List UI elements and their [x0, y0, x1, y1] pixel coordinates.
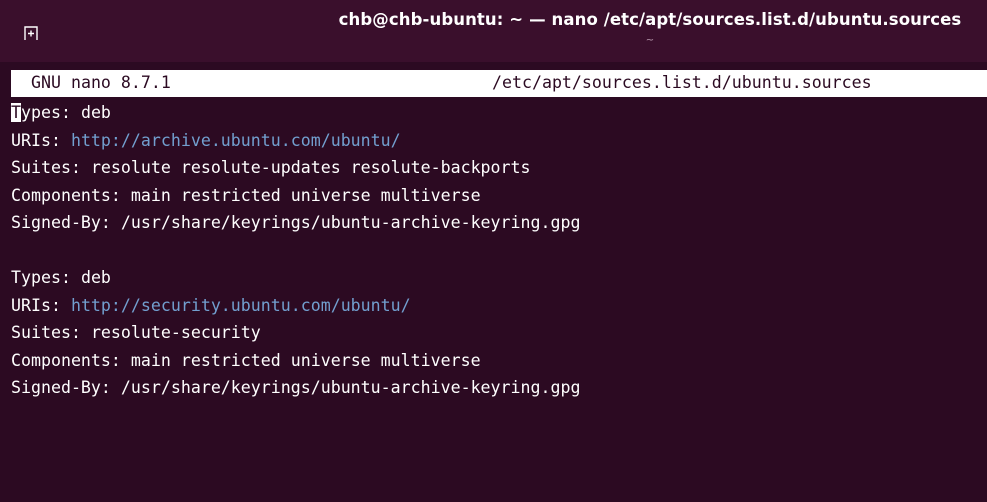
window-subtitle: ~ [645, 35, 655, 46]
suites-value: resolute-security [90, 323, 261, 342]
editor-line-empty[interactable] [11, 237, 981, 265]
title-bar[interactable]: chb@chb-ubuntu: ~ — nano /etc/apt/source… [0, 0, 987, 63]
suites-value: resolute resolute-updates resolute-backp… [90, 158, 531, 177]
new-tab-icon[interactable] [22, 24, 40, 42]
editor-line[interactable]: Types: deb [11, 99, 981, 127]
signed-by-value: /usr/share/keyrings/ubuntu-archive-keyri… [120, 378, 581, 397]
terminal-window: chb@chb-ubuntu: ~ — nano /etc/apt/source… [0, 0, 987, 502]
components-value: main restricted universe multiverse [130, 185, 481, 205]
components-key: Components: [11, 350, 121, 370]
editor-line[interactable]: Suites: resolute-security [11, 319, 981, 347]
nano-header-bar: GNU nano 8.7.1 /etc/apt/sources.list.d/u… [11, 70, 987, 97]
types-value: deb [80, 103, 111, 122]
uris-key: URIs: [11, 295, 61, 315]
text-cursor: T [11, 103, 21, 122]
editor-line[interactable]: URIs: http://security.ubuntu.com/ubuntu/ [11, 292, 981, 320]
uris-value: http://security.ubuntu.com/ubuntu/ [70, 295, 411, 315]
editor-buffer[interactable]: Types: deb URIs: http://archive.ubuntu.c… [11, 99, 981, 402]
signed-by-value: /usr/share/keyrings/ubuntu-archive-keyri… [120, 213, 581, 232]
types-key: Types: [11, 268, 71, 287]
window-title: chb@chb-ubuntu: ~ — nano /etc/apt/source… [338, 10, 962, 29]
editor-line[interactable]: Components: main restricted universe mul… [11, 182, 981, 210]
nano-version: GNU nano 8.7.1 [31, 73, 171, 92]
editor-line[interactable]: Suites: resolute resolute-updates resolu… [11, 154, 981, 182]
signed-by-key: Signed-By: [11, 378, 111, 397]
components-key: Components: [11, 185, 121, 205]
types-value: deb [80, 268, 111, 287]
nano-filename: /etc/apt/sources.list.d/ubuntu.sources [492, 73, 872, 92]
types-key: ypes: [21, 103, 71, 122]
suites-key: Suites: [11, 323, 81, 342]
uris-value: http://archive.ubuntu.com/ubuntu/ [70, 130, 401, 150]
signed-by-key: Signed-By: [11, 213, 111, 232]
editor-line[interactable]: Types: deb [11, 264, 981, 292]
editor-line[interactable]: Signed-By: /usr/share/keyrings/ubuntu-ar… [11, 374, 981, 402]
uris-key: URIs: [11, 130, 61, 150]
editor-line[interactable]: Components: main restricted universe mul… [11, 347, 981, 375]
editor-line[interactable]: Signed-By: /usr/share/keyrings/ubuntu-ar… [11, 209, 981, 237]
suites-key: Suites: [11, 158, 81, 177]
components-value: main restricted universe multiverse [130, 350, 481, 370]
terminal-content[interactable]: GNU nano 8.7.1 /etc/apt/sources.list.d/u… [0, 62, 987, 502]
editor-line[interactable]: URIs: http://archive.ubuntu.com/ubuntu/ [11, 127, 981, 155]
